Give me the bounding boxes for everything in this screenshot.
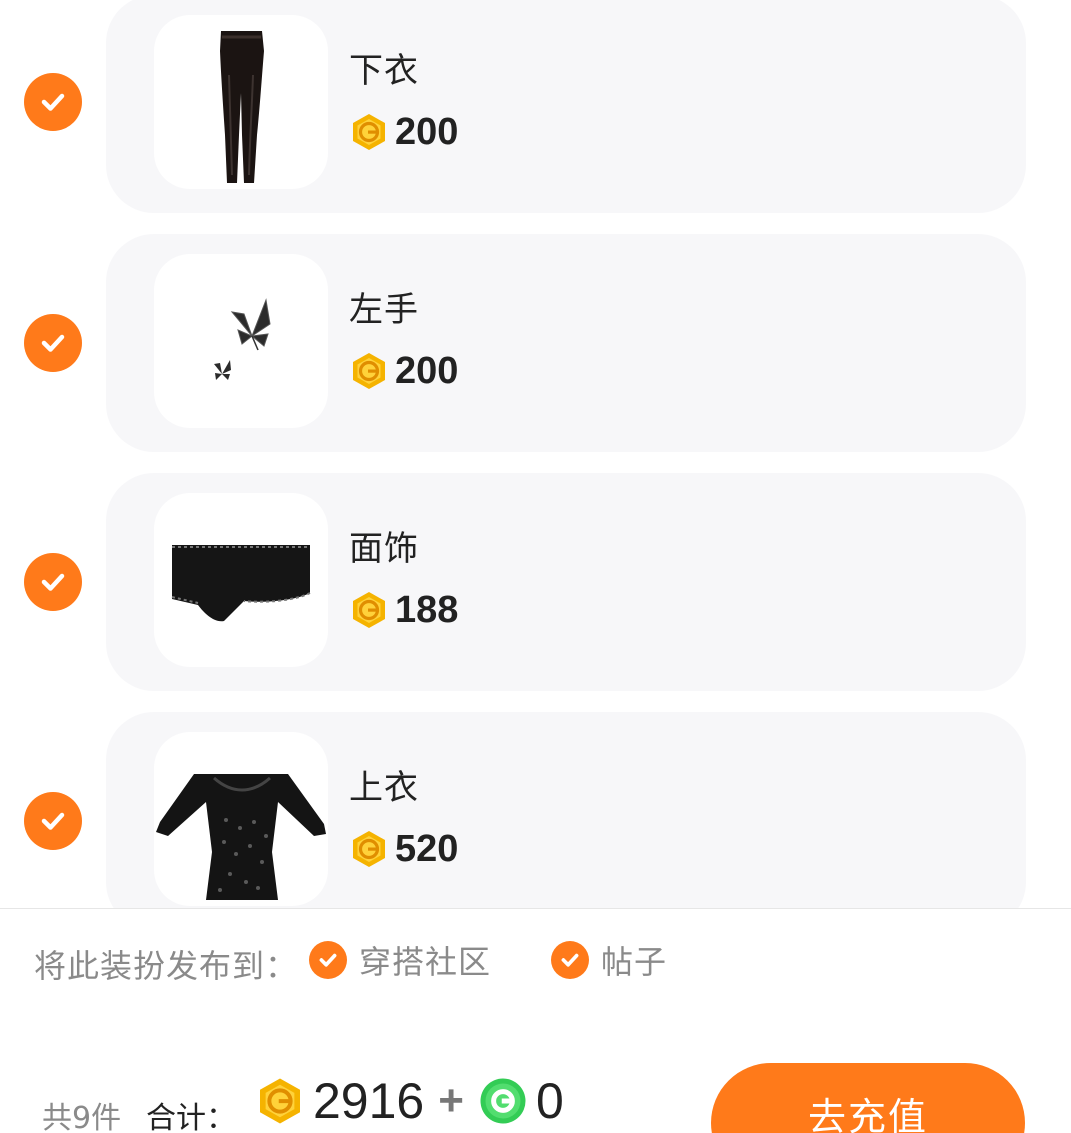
list-item: 上衣 520	[0, 712, 1071, 908]
item-thumbnail-dress	[154, 732, 328, 906]
item-card[interactable]: 左手 200	[106, 234, 1026, 452]
check-icon[interactable]	[24, 792, 82, 850]
publish-option-community[interactable]: 穿搭社区	[309, 940, 492, 981]
item-name: 上衣	[349, 768, 419, 808]
gold-total: 2916	[313, 1073, 425, 1129]
item-price-amount: 200	[395, 110, 459, 153]
recharge-button[interactable]: 去充值	[711, 1063, 1025, 1133]
gold-coin-icon	[353, 831, 385, 867]
item-thumbnail-butterflies	[154, 254, 328, 428]
item-card[interactable]: 下衣 200	[106, 0, 1026, 213]
item-name: 下衣	[349, 51, 419, 91]
item-price-amount: 520	[395, 827, 459, 870]
plus-sign: +	[438, 1076, 464, 1125]
item-price: 200	[349, 109, 458, 155]
gold-coin-icon	[353, 592, 385, 628]
green-coin-icon	[480, 1078, 526, 1124]
check-icon[interactable]	[24, 553, 82, 611]
publish-option-post[interactable]: 帖子	[551, 940, 668, 981]
publish-option-label: 帖子	[601, 943, 668, 981]
green-total: 0	[535, 1073, 564, 1129]
list-item: 下衣 200	[0, 0, 1071, 213]
item-thumbnail-leggings	[154, 15, 328, 189]
item-list[interactable]: 下衣 200 左手 200 面饰 188 上衣 520	[0, 0, 1071, 908]
publish-option-label: 穿搭社区	[359, 943, 492, 981]
check-icon[interactable]	[551, 941, 589, 979]
item-price: 200	[349, 348, 458, 394]
gold-coin-icon	[353, 353, 385, 389]
item-card[interactable]: 上衣 520	[106, 712, 1026, 908]
total-amount: 2916 + 0	[255, 1071, 564, 1131]
check-icon[interactable]	[309, 941, 347, 979]
item-price-amount: 200	[395, 349, 459, 392]
check-icon[interactable]	[24, 314, 82, 372]
check-icon[interactable]	[24, 73, 82, 131]
publish-label: 将此装扮发布到：	[34, 947, 299, 985]
item-thumbnail-face-mask	[154, 493, 328, 667]
gold-coin-icon	[260, 1078, 300, 1124]
total-label: 合计：	[146, 1101, 236, 1133]
item-price: 520	[349, 826, 458, 872]
item-card[interactable]: 面饰 188	[106, 473, 1026, 691]
item-price: 188	[349, 587, 458, 633]
gold-coin-icon	[353, 114, 385, 150]
list-item: 左手 200	[0, 234, 1071, 452]
shopping-cart-screen: 下衣 200 左手 200 面饰 188 上衣 520 将此装扮发布到： 穿搭社…	[0, 0, 1071, 1133]
item-name: 左手	[349, 290, 419, 330]
item-price-amount: 188	[395, 588, 459, 631]
item-name: 面饰	[349, 529, 419, 569]
checkout-footer: 共9件 合计： 2916 + 0 去充值	[0, 1011, 1071, 1133]
item-count: 共9件	[42, 1101, 122, 1133]
list-item: 面饰 188	[0, 473, 1071, 691]
publish-bar: 将此装扮发布到： 穿搭社区 帖子	[0, 908, 1071, 1012]
